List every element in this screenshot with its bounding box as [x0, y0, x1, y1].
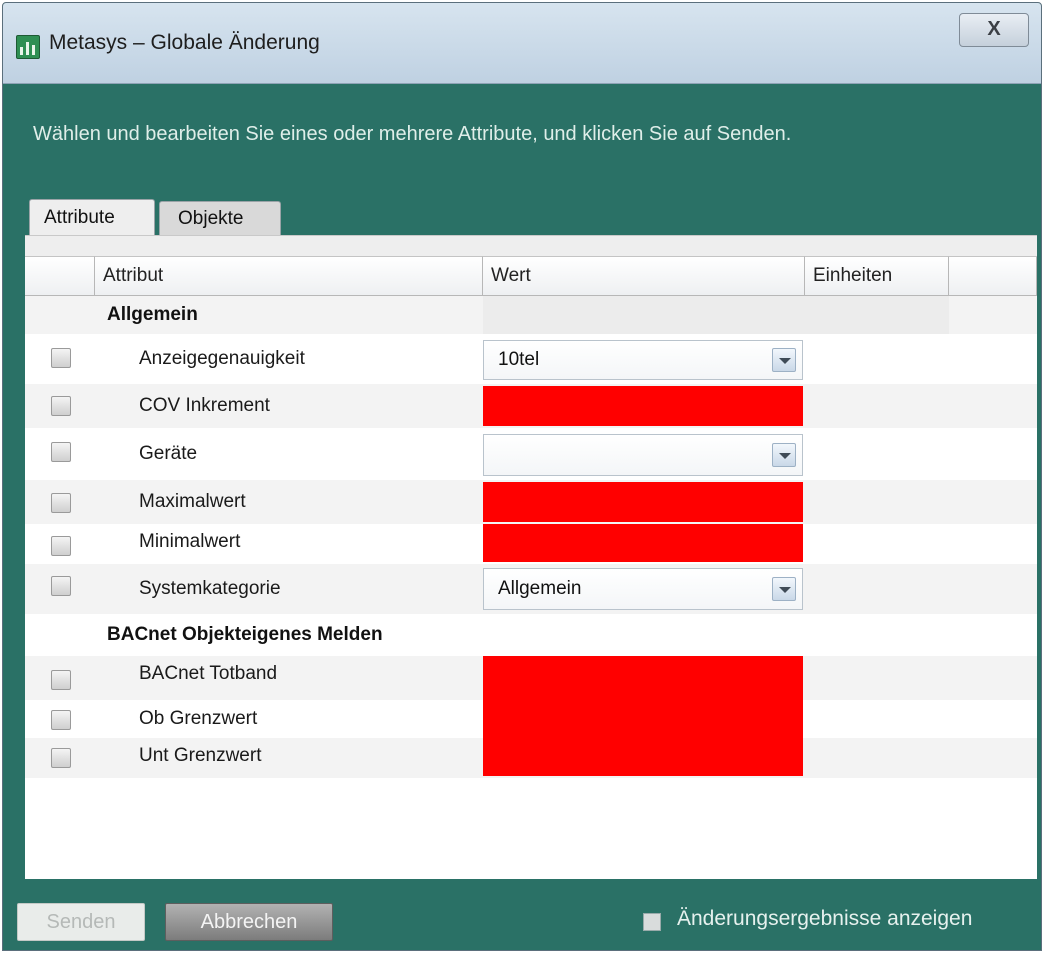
row-select-checkbox[interactable]: [51, 748, 71, 768]
tab-objekte[interactable]: Objekte: [159, 201, 281, 235]
attribute-name: Unt Grenzwert: [139, 745, 262, 766]
group-row-allgemein: Allgemein: [25, 296, 1037, 334]
row-select-checkbox[interactable]: [51, 576, 71, 596]
group-label: BACnet Objekteigenes Melden: [107, 624, 383, 645]
dialog-window: Metasys – Globale Änderung X Wählen und …: [2, 2, 1042, 951]
value-field-invalid[interactable]: [483, 738, 803, 776]
attribute-name: Systemkategorie: [139, 578, 281, 599]
panel-top-strip: [25, 236, 1037, 256]
table-row[interactable]: Anzeigegenauigkeit 10tel: [25, 334, 1037, 384]
chevron-down-icon[interactable]: [772, 348, 796, 372]
group-row-bacnet: BACnet Objekteigenes Melden: [25, 614, 1037, 656]
value-field-invalid[interactable]: [483, 656, 803, 700]
table-row[interactable]: Minimalwert: [25, 524, 1037, 564]
instructions-text: Wählen und bearbeiten Sie eines oder meh…: [33, 123, 792, 145]
value-combobox[interactable]: [483, 434, 803, 476]
row-select-checkbox[interactable]: [51, 348, 71, 368]
column-header-wert[interactable]: Wert: [483, 256, 805, 296]
table-row[interactable]: COV Inkrement: [25, 384, 1037, 428]
row-select-checkbox[interactable]: [51, 442, 71, 462]
value-combobox[interactable]: Allgemein: [483, 568, 803, 610]
tab-attribute[interactable]: Attribute: [29, 199, 155, 237]
attribute-name: BACnet Totband: [139, 663, 278, 684]
row-select-checkbox[interactable]: [51, 493, 71, 513]
value-field-invalid[interactable]: [483, 524, 803, 562]
attribute-name: Ob Grenzwert: [139, 708, 258, 729]
table-row[interactable]: Geräte: [25, 428, 1037, 480]
attribute-name: Maximalwert: [139, 491, 246, 512]
group-label: Allgemein: [107, 304, 198, 325]
combo-value: Allgemein: [498, 578, 582, 599]
table-row[interactable]: BACnet Totband: [25, 656, 1037, 700]
table-row[interactable]: Maximalwert: [25, 480, 1037, 524]
column-header-select: [25, 256, 95, 296]
show-results-label[interactable]: Änderungsergebnisse anzeigen: [677, 907, 972, 931]
attribute-name: Minimalwert: [139, 531, 241, 552]
send-button[interactable]: Senden: [17, 903, 145, 941]
title-bar: Metasys – Globale Änderung X: [3, 3, 1041, 84]
attribute-name: COV Inkrement: [139, 395, 270, 416]
value-field-invalid[interactable]: [483, 386, 803, 426]
row-select-checkbox[interactable]: [51, 536, 71, 556]
value-field-invalid[interactable]: [483, 700, 803, 738]
value-combobox[interactable]: 10tel: [483, 340, 803, 380]
dialog-footer: Senden Abbrechen Änderungsergebnisse anz…: [3, 879, 1041, 950]
value-field-invalid[interactable]: [483, 482, 803, 522]
chevron-down-icon[interactable]: [772, 577, 796, 601]
chevron-down-icon[interactable]: [772, 443, 796, 467]
row-select-checkbox[interactable]: [51, 396, 71, 416]
cancel-button[interactable]: Abbrechen: [165, 903, 333, 941]
row-select-checkbox[interactable]: [51, 670, 71, 690]
window-title: Metasys – Globale Änderung: [49, 31, 320, 54]
column-header-einheiten[interactable]: Einheiten: [805, 256, 949, 296]
close-button[interactable]: X: [959, 13, 1029, 47]
combo-value: 10tel: [498, 349, 540, 370]
metasys-app-icon: [16, 35, 40, 59]
table-row[interactable]: Unt Grenzwert: [25, 738, 1037, 778]
table-row[interactable]: Systemkategorie Allgemein: [25, 564, 1037, 614]
attribute-panel: Attribut Wert Einheiten Allgemein Anzeig…: [25, 235, 1037, 880]
attribute-name: Geräte: [139, 443, 198, 464]
show-results-checkbox[interactable]: [643, 913, 661, 931]
attribute-name: Anzeigegenauigkeit: [139, 348, 305, 369]
row-select-checkbox[interactable]: [51, 710, 71, 730]
column-header-attribut[interactable]: Attribut: [95, 256, 483, 296]
table-row[interactable]: Ob Grenzwert: [25, 700, 1037, 738]
column-header-filler: [949, 256, 1037, 296]
